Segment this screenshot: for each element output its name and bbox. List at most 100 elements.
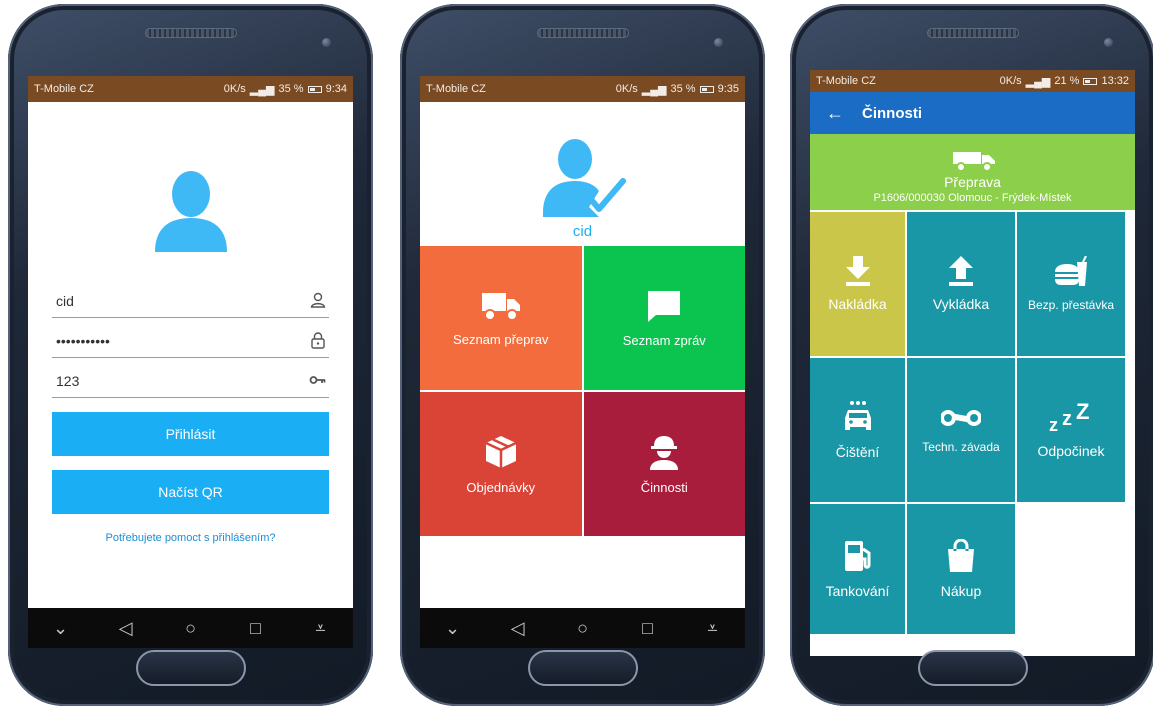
status-bar: T-Mobile CZ 0K/s ▂▄▆ 35 % 9:35 [420,76,745,102]
tile-shopping[interactable]: Nákup [907,504,1015,634]
battery-level: 21 % [1054,75,1080,87]
battery-level: 35 % [670,83,696,95]
main-menu-screen: T-Mobile CZ 0K/s ▂▄▆ 35 % 9:35 cid Sezna… [420,76,745,648]
tile-label: Bezp. přestávka [1027,298,1115,312]
battery-level: 35 % [278,83,304,95]
chevron-down-icon[interactable]: ⌄ [433,618,473,639]
signal-icon: ▂▄▆ [249,83,275,96]
tile-label: Tankování [825,583,890,599]
username-input[interactable] [52,293,329,309]
clock: 13:32 [1101,75,1129,87]
wrench-icon [941,410,981,426]
carrier-label: T-Mobile CZ [426,83,486,95]
pin-field[interactable] [52,358,329,398]
back-icon[interactable]: ◁ [498,618,538,639]
pin-input[interactable] [52,373,329,389]
tile-loading[interactable]: Nakládka [810,212,905,356]
login-button[interactable]: Přihlásit [52,412,329,456]
carrier-label: T-Mobile CZ [34,83,94,95]
tile-technical-fault[interactable]: Techn. závada [907,358,1015,502]
data-rate: 0K/s [615,83,638,95]
tile-label: Vykládka [932,296,990,312]
key-icon [309,376,326,384]
status-bar: T-Mobile CZ 0K/s ▂▄▆ 35 % 9:34 [28,76,353,102]
battery-icon [699,85,714,93]
recents-icon[interactable]: □ [628,618,668,639]
user-header: cid [420,102,745,246]
tile-label: Činnosti [640,479,688,495]
fuel-icon [844,541,870,571]
activities-screen: T-Mobile CZ 0K/s ▂▄▆ 21 % 13:32 ← Činnos… [810,70,1135,656]
upload-icon [949,256,973,286]
login-form [28,278,353,398]
tile-unloading[interactable]: Vykládka [907,212,1015,356]
activities-grid: Nakládka Vykládka Bezp. přestávka Čištěn… [810,212,1135,634]
phone-login: T-Mobile CZ 0K/s ▂▄▆ 35 % 9:34 cid •••••… [8,4,373,706]
tile-activities[interactable]: Činnosti [583,392,745,536]
tile-label: Odpočinek [1037,443,1105,459]
package-icon [485,435,517,468]
svg-text:z: z [1049,415,1058,433]
chat-bubble-icon [648,290,681,322]
front-camera [322,38,331,47]
current-transport-banner[interactable]: Přeprava P1606/000030 Olomouc - Frýdek-M… [810,134,1135,210]
lock-icon [311,332,325,349]
data-rate: 0K/s [999,75,1022,87]
svg-text:Z: Z [1076,401,1089,424]
tile-label: Objednávky [466,479,536,495]
earpiece-speaker [926,28,1019,38]
home-icon[interactable]: ○ [563,618,603,639]
tile-label: Seznam zpráv [622,332,706,348]
notification-pull-icon[interactable]: ⩡ [301,618,341,639]
back-icon[interactable]: ◁ [106,618,146,639]
truck-icon [481,292,520,321]
scan-qr-button[interactable]: Načíst QR [52,470,329,514]
login-screen: T-Mobile CZ 0K/s ▂▄▆ 35 % 9:34 cid •••••… [28,76,353,648]
carrier-label: T-Mobile CZ [816,75,876,87]
tile-safety-break[interactable]: Bezp. přestávka [1017,212,1125,356]
hardware-home-button[interactable] [135,650,246,686]
recents-icon[interactable]: □ [236,618,276,639]
battery-icon [1083,77,1098,85]
hardware-home-button[interactable] [527,650,638,686]
status-bar: T-Mobile CZ 0K/s ▂▄▆ 21 % 13:32 [810,70,1135,92]
hardware-home-button[interactable] [917,650,1028,686]
back-arrow-icon[interactable]: ← [826,103,844,124]
home-icon[interactable]: ○ [171,618,211,639]
menu-grid: Seznam přeprav Seznam zpráv Objednávky Č… [420,246,745,536]
login-help-link[interactable]: Potřebujete pomoct s přihlášením? [28,532,353,544]
tile-message-list[interactable]: Seznam zpráv [583,246,745,390]
username-label: cid [572,223,593,240]
transport-route: P1606/000030 Olomouc - Frýdek-Místek [873,192,1072,204]
tile-transport-list[interactable]: Seznam přeprav [420,246,582,390]
fast-food-icon [1055,256,1087,286]
tile-label: Seznam přeprav [453,331,549,347]
data-rate: 0K/s [223,83,246,95]
chevron-down-icon[interactable]: ⌄ [41,618,81,639]
battery-icon [307,85,322,93]
app-bar: ← Činnosti [810,92,1135,134]
username-field[interactable] [52,278,329,318]
phone-main-menu: T-Mobile CZ 0K/s ▂▄▆ 35 % 9:35 cid Sezna… [400,4,765,706]
tile-orders[interactable]: Objednávky [420,392,582,536]
car-wash-icon [844,401,871,430]
user-icon [310,292,326,308]
password-input[interactable] [52,333,329,349]
tile-cleaning[interactable]: Čištění [810,358,905,502]
transport-title: Přeprava [944,174,1001,190]
earpiece-speaker [536,28,629,38]
system-nav-bar: ⌄ ◁ ○ □ ⩡ [420,608,745,648]
tile-refueling[interactable]: Tankování [810,504,905,634]
system-nav-bar: ⌄ ◁ ○ □ ⩡ [28,608,353,648]
signal-icon: ▂▄▆ [1025,75,1051,88]
password-field[interactable] [52,318,329,358]
tile-rest[interactable]: z z Z Odpočinek [1017,358,1125,502]
tile-label: Nakládka [828,296,887,312]
front-camera [1104,38,1113,47]
worker-icon [650,435,679,470]
notification-pull-icon[interactable]: ⩡ [693,618,733,639]
page-title: Činnosti [862,104,922,122]
earpiece-speaker [144,28,237,38]
clock: 9:35 [717,83,739,95]
user-avatar-icon [28,166,353,252]
